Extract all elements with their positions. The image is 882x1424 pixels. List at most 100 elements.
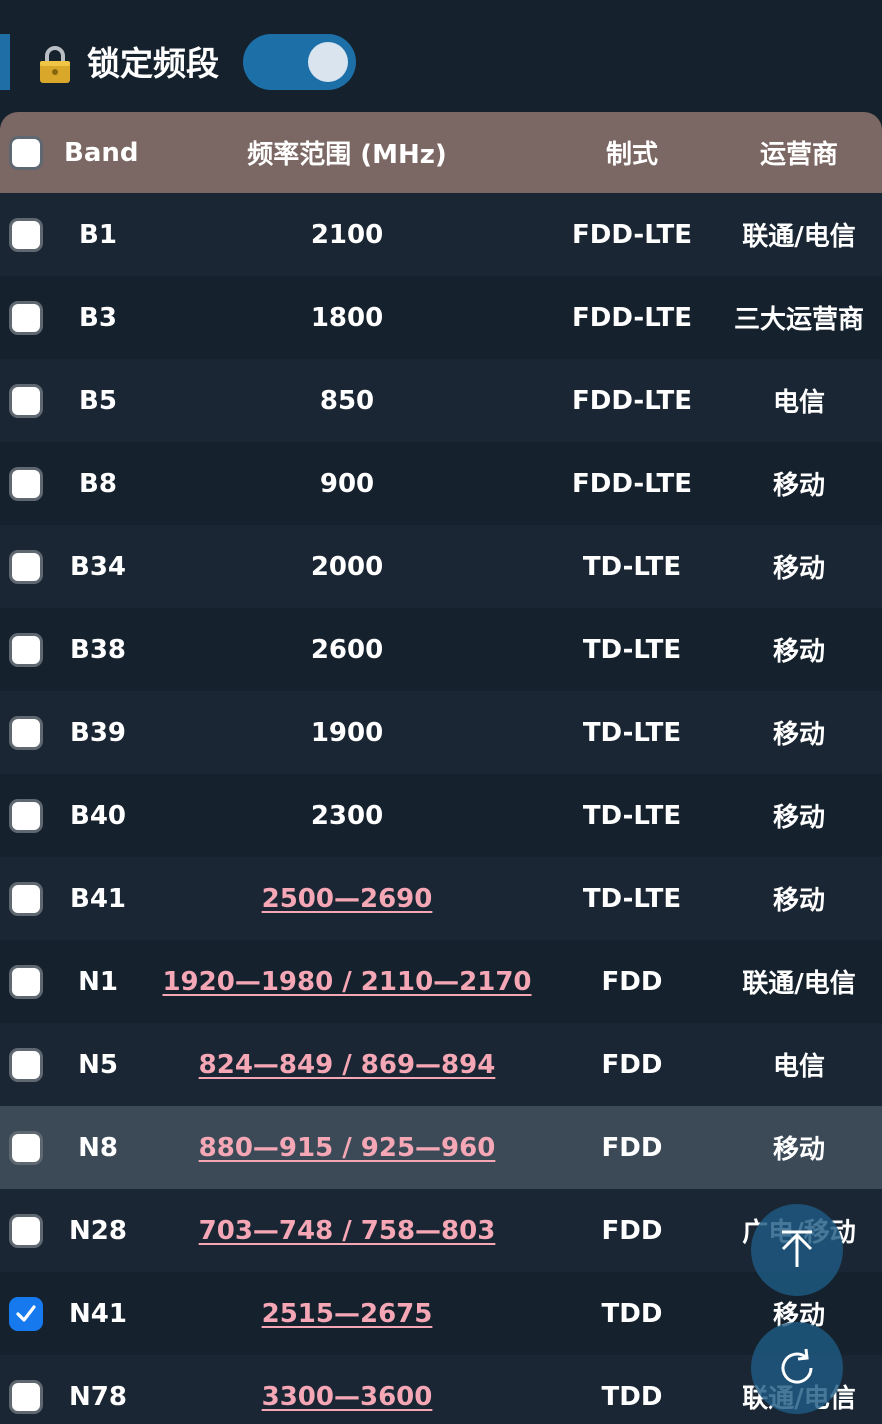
band-cell: B38 [70, 634, 126, 665]
mode-cell: FDD [601, 1049, 663, 1080]
refresh-button[interactable] [751, 1322, 843, 1414]
mode-cell: TD-LTE [582, 800, 682, 831]
table-row[interactable]: B38 2600 TD-LTE 移动 [0, 608, 882, 691]
frequency-cell: 900 [319, 468, 375, 499]
band-cell: B39 [70, 717, 126, 748]
table-row[interactable]: N783300—3600TDD联通/电信 [0, 1355, 882, 1424]
lock-icon [40, 46, 70, 83]
row-checkbox-cell [0, 1106, 52, 1189]
frequency-cell: 2100 [310, 219, 384, 250]
row-checkbox[interactable] [9, 1213, 43, 1248]
row-checkbox[interactable] [9, 881, 43, 916]
mode-cell: FDD [601, 966, 663, 997]
mode-cell: TD-LTE [582, 883, 682, 914]
band-cell: N28 [69, 1215, 127, 1246]
row-checkbox[interactable] [9, 1047, 43, 1082]
row-checkbox-cell [0, 1023, 52, 1106]
frequency-cell: 2000 [310, 551, 384, 582]
select-all-checkbox[interactable] [9, 135, 43, 170]
table-row[interactable]: B5 850 FDD-LTE 电信 [0, 359, 882, 442]
toggle-knob [308, 42, 348, 82]
frequency-link[interactable]: 3300—3600 [262, 1382, 433, 1412]
frequency-cell: 2515—2675 [150, 1272, 544, 1355]
checkmark-icon [16, 1304, 36, 1322]
row-checkbox[interactable] [9, 964, 43, 999]
band-cell: B41 [70, 883, 126, 914]
row-checkbox-cell [0, 774, 52, 857]
row-checkbox-cell [0, 1355, 52, 1424]
column-header-band: Band [64, 137, 139, 168]
table-row[interactable]: B39 1900 TD-LTE 移动 [0, 691, 882, 774]
band-cell: B1 [79, 219, 117, 250]
refresh-icon [781, 1348, 813, 1384]
operator-cell: 联通/电信 [742, 222, 856, 252]
table-row[interactable]: N41 2515—2675 TDD 移动 [0, 1272, 882, 1355]
band-cell: B8 [79, 468, 117, 499]
operator-cell: 移动 [772, 554, 825, 584]
row-checkbox[interactable] [9, 466, 43, 501]
frequency-cell: 3300—3600 [150, 1355, 544, 1424]
column-header-mode: 制式 [605, 140, 658, 170]
row-checkbox[interactable] [9, 1130, 43, 1165]
frequency-cell: 850 [319, 385, 375, 416]
frequency-cell: 2300 [310, 800, 384, 831]
frequency-link[interactable]: 824—849 / 869—894 [199, 1050, 496, 1080]
scroll-to-top-button[interactable] [751, 1204, 843, 1296]
frequency-link[interactable]: 703—748 / 758—803 [199, 1216, 496, 1246]
frequency-cell: 2500—2690 [150, 857, 544, 940]
band-cell: B3 [79, 302, 117, 333]
band-cell: B5 [79, 385, 117, 416]
band-cell: N5 [78, 1049, 118, 1080]
mode-cell: TDD [601, 1298, 663, 1329]
column-header-operator: 运营商 [759, 140, 838, 170]
table-row[interactable]: B3 1800 FDD-LTE 三大运营商 [0, 276, 882, 359]
row-checkbox-cell [0, 276, 52, 359]
mode-cell: TD-LTE [582, 551, 682, 582]
row-checkbox[interactable] [9, 715, 43, 750]
mode-cell: FDD-LTE [572, 468, 692, 499]
table-row[interactable]: B40 2300 TD-LTE 移动 [0, 774, 882, 857]
mode-cell: TD-LTE [582, 717, 682, 748]
band-cell: N8 [78, 1132, 118, 1163]
operator-cell: 电信 [772, 388, 825, 418]
operator-cell: 移动 [772, 720, 825, 750]
table-row[interactable]: B8 900 FDD-LTE 移动 [0, 442, 882, 525]
frequency-cell: 703—748 / 758—803 [150, 1189, 544, 1272]
row-checkbox[interactable] [9, 217, 43, 252]
lock-band-toggle[interactable] [243, 34, 356, 90]
table-row[interactable]: B41 2500—2690 TD-LTE 移动 [0, 857, 882, 940]
band-cell: N78 [69, 1381, 127, 1412]
row-checkbox[interactable] [9, 549, 43, 584]
table-body: B1 2100 FDD-LTE 联通/电信 B3 1800 FDD-LTE 三大运营商 B5 85… [0, 193, 882, 1424]
row-checkbox-cell [0, 857, 52, 940]
row-checkbox-cell [0, 359, 52, 442]
lock-band-header: 锁定频段 [0, 0, 882, 112]
row-checkbox[interactable] [9, 300, 43, 335]
row-checkbox[interactable] [9, 1379, 43, 1414]
operator-cell: 移动 [772, 471, 825, 501]
row-checkbox[interactable] [9, 1296, 43, 1331]
row-checkbox[interactable] [9, 383, 43, 418]
mode-cell: FDD [601, 1215, 663, 1246]
table-row[interactable]: N5 824—849 / 869—894 FDD 电信 [0, 1023, 882, 1106]
table-row[interactable]: N28703—748 / 758—803FDD广电/移动 [0, 1189, 882, 1272]
table-row[interactable]: N8 880—915 / 925—960 FDD 移动 [0, 1106, 882, 1189]
frequency-link[interactable]: 1920—1980 / 2110—2170 [162, 967, 531, 997]
frequency-link[interactable]: 2515—2675 [262, 1299, 433, 1329]
row-checkbox-cell [0, 1272, 52, 1355]
mode-cell: FDD-LTE [572, 385, 692, 416]
table-row[interactable]: B34 2000 TD-LTE 移动 [0, 525, 882, 608]
row-checkbox[interactable] [9, 632, 43, 667]
operator-cell: 移动 [772, 637, 825, 667]
frequency-link[interactable]: 2500—2690 [262, 884, 433, 914]
operator-cell: 移动 [772, 886, 825, 916]
band-table: Band 频率范围 (MHz) 制式 运营商 B1 2100 FDD-LTE 联通/电… [0, 112, 882, 1424]
mode-cell: FDD-LTE [572, 219, 692, 250]
table-row[interactable]: B1 2100 FDD-LTE 联通/电信 [0, 193, 882, 276]
select-all-cell [0, 112, 52, 193]
table-row[interactable]: N1 1920—1980 / 2110—2170 FDD 联通/电信 [0, 940, 882, 1023]
operator-cell: 移动 [772, 803, 825, 833]
row-checkbox[interactable] [9, 798, 43, 833]
frequency-link[interactable]: 880—915 / 925—960 [199, 1133, 496, 1163]
mode-cell: FDD-LTE [572, 302, 692, 333]
